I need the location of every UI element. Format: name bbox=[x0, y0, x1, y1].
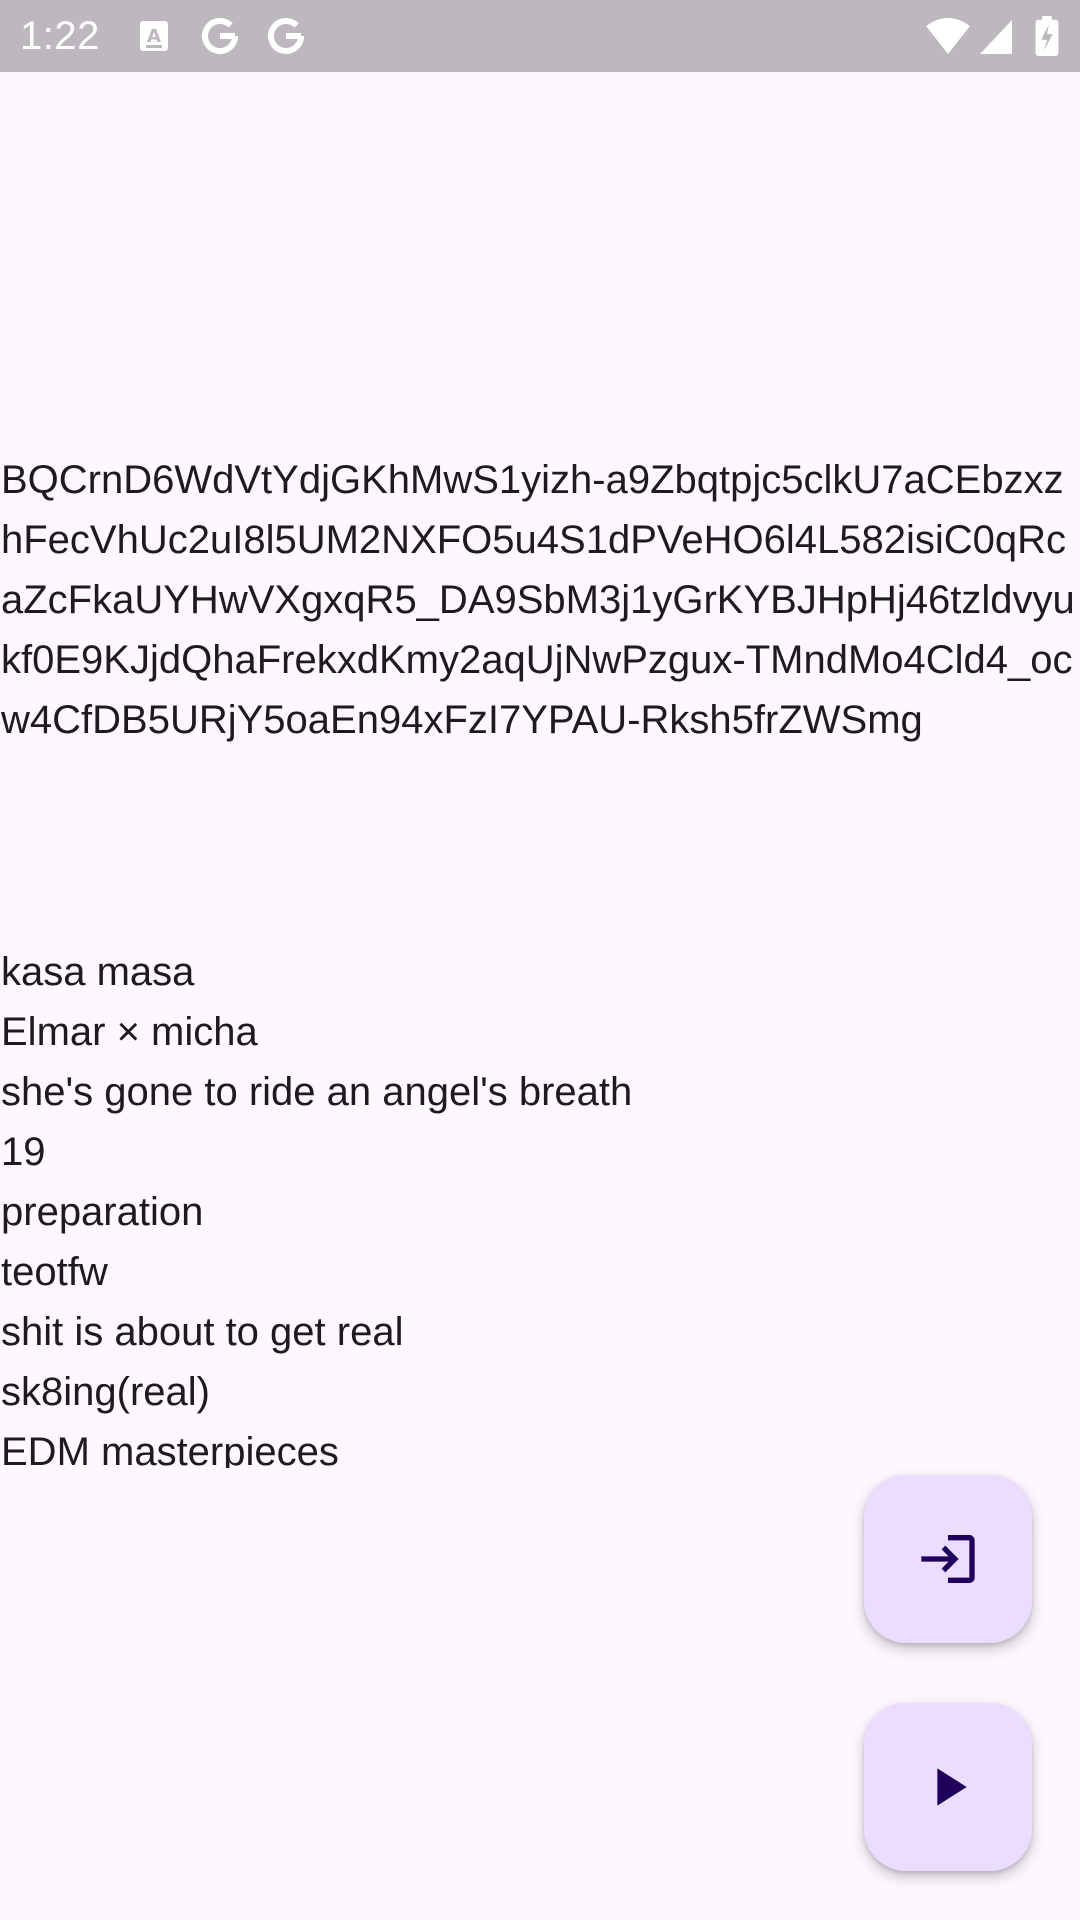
google-icon bbox=[202, 18, 238, 54]
playlist-item[interactable]: teotfw bbox=[1, 1242, 1071, 1302]
play-button[interactable] bbox=[864, 1703, 1032, 1871]
login-button[interactable] bbox=[864, 1475, 1032, 1643]
playlist-item[interactable]: preparation bbox=[1, 1182, 1071, 1242]
playlist-item[interactable]: 19 bbox=[1, 1122, 1071, 1182]
playlist-item[interactable]: EDM masterpieces bbox=[1, 1422, 1071, 1468]
playlist-item[interactable]: kasa masa bbox=[1, 942, 1071, 1002]
login-icon bbox=[921, 1535, 975, 1583]
status-bar: 1:22 A bbox=[0, 0, 1080, 72]
signal-icon bbox=[980, 20, 1012, 54]
play-icon bbox=[937, 1768, 967, 1806]
text-a-icon: A bbox=[140, 21, 168, 51]
playlist-list: kasa masa Elmar × micha she's gone to ride… bbox=[1, 942, 1071, 1468]
status-time: 1:22 bbox=[20, 14, 100, 58]
playlist-item[interactable]: shit is about to get real bbox=[1, 1302, 1071, 1362]
access-token-text: BQCrnD6WdVtYdjGKhMwS1yizh-a9Zbqtpjc5clkU… bbox=[1, 458, 1075, 742]
playlist-item[interactable]: she's gone to ride an angel's breath bbox=[1, 1062, 1071, 1122]
playlist-item[interactable]: sk8ing(real) bbox=[1, 1362, 1071, 1422]
battery-icon bbox=[1035, 16, 1059, 56]
google-icon bbox=[268, 18, 304, 54]
wifi-icon bbox=[926, 18, 970, 54]
svg-text:A: A bbox=[147, 26, 161, 47]
playlist-item[interactable]: Elmar × micha bbox=[1, 1002, 1071, 1062]
